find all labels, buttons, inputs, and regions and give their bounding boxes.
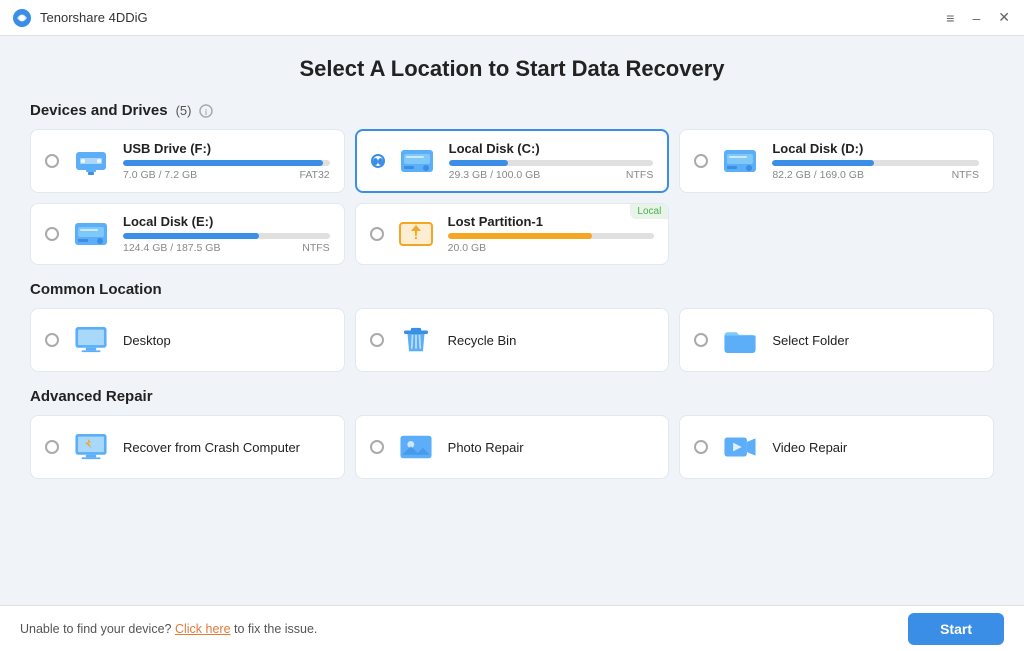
- drive-name-usb-f: USB Drive (F:): [123, 141, 330, 156]
- drive-info-lost-partition: Lost Partition-1 20.0 GB: [448, 214, 655, 254]
- advanced-repair-grid: Recover from Crash Computer Photo Repair: [30, 415, 994, 479]
- disk-d-icon: [718, 143, 762, 179]
- progress-local-d: [772, 160, 979, 166]
- drive-meta-local-c: 29.3 GB / 100.0 GB NTFS: [449, 169, 654, 181]
- local-badge: Local: [630, 204, 668, 219]
- progress-fill-usb-f: [123, 160, 323, 166]
- drive-card-usb-f[interactable]: USB Drive (F:) 7.0 GB / 7.2 GB FAT32: [30, 129, 345, 193]
- progress-fill-local-e: [123, 233, 259, 239]
- drive-info-local-e: Local Disk (E:) 124.4 GB / 187.5 GB NTFS: [123, 214, 330, 254]
- radio-photo[interactable]: [370, 440, 384, 454]
- progress-fill-local-c: [449, 160, 508, 166]
- common-section-title: Common Location: [30, 281, 994, 298]
- radio-local-c[interactable]: [371, 154, 385, 168]
- radio-desktop[interactable]: [45, 333, 59, 347]
- radio-crash[interactable]: [45, 440, 59, 454]
- bottom-text-after: to fix the issue.: [234, 622, 317, 636]
- select-folder-label: Select Folder: [772, 333, 849, 348]
- app-name: Tenorshare 4DDiG: [40, 10, 148, 25]
- location-card-video[interactable]: Video Repair: [679, 415, 994, 479]
- bottom-text: Unable to find your device? Click here t…: [20, 622, 317, 636]
- drive-name-local-c: Local Disk (C:): [449, 141, 654, 156]
- radio-local-d[interactable]: [694, 154, 708, 168]
- drive-card-local-c[interactable]: Local Disk (C:) 29.3 GB / 100.0 GB NTFS: [355, 129, 670, 193]
- radio-usb-f[interactable]: [45, 154, 59, 168]
- title-bar-left: Tenorshare 4DDiG: [12, 8, 148, 28]
- devices-count: (5): [176, 103, 192, 118]
- drive-meta-local-d: 82.2 GB / 169.0 GB NTFS: [772, 169, 979, 181]
- progress-usb-f: [123, 160, 330, 166]
- title-bar-controls: ≡ – ✕: [944, 9, 1012, 26]
- bottom-text-main: Unable to find your device?: [20, 622, 171, 636]
- video-repair-label: Video Repair: [772, 440, 847, 455]
- progress-fill-local-d: [772, 160, 873, 166]
- close-button[interactable]: ✕: [996, 9, 1012, 26]
- drive-meta-lost-partition: 20.0 GB: [448, 242, 655, 254]
- disk-c-icon: [395, 143, 439, 179]
- location-card-crash[interactable]: Recover from Crash Computer: [30, 415, 345, 479]
- radio-select-folder[interactable]: [694, 333, 708, 347]
- title-bar: Tenorshare 4DDiG ≡ – ✕: [0, 0, 1024, 36]
- desktop-label: Desktop: [123, 333, 171, 348]
- location-card-recycle-bin[interactable]: Recycle Bin: [355, 308, 670, 372]
- location-card-desktop[interactable]: Desktop: [30, 308, 345, 372]
- drive-info-local-d: Local Disk (D:) 82.2 GB / 169.0 GB NTFS: [772, 141, 979, 181]
- common-location-grid: Desktop Recycle Bin: [30, 308, 994, 372]
- folder-icon: [718, 321, 762, 359]
- monitor-icon: [69, 321, 113, 359]
- lost-partition-icon: !: [394, 216, 438, 252]
- video-icon: [718, 428, 762, 466]
- drive-card-local-e[interactable]: Local Disk (E:) 124.4 GB / 187.5 GB NTFS: [30, 203, 345, 265]
- radio-recycle-bin[interactable]: [370, 333, 384, 347]
- recycle-bin-label: Recycle Bin: [448, 333, 517, 348]
- crash-label: Recover from Crash Computer: [123, 440, 300, 455]
- progress-lost-partition: [448, 233, 655, 239]
- photo-repair-label: Photo Repair: [448, 440, 524, 455]
- usb-icon: [69, 143, 113, 179]
- devices-grid: USB Drive (F:) 7.0 GB / 7.2 GB FAT32: [30, 129, 994, 265]
- drive-info-usb-f: USB Drive (F:) 7.0 GB / 7.2 GB FAT32: [123, 141, 330, 181]
- crash-icon: [69, 428, 113, 466]
- page-title: Select A Location to Start Data Recovery: [30, 56, 994, 82]
- drive-name-local-d: Local Disk (D:): [772, 141, 979, 156]
- disk-e-icon: [69, 216, 113, 252]
- drive-card-local-d[interactable]: Local Disk (D:) 82.2 GB / 169.0 GB NTFS: [679, 129, 994, 193]
- drive-name-lost-partition: Lost Partition-1: [448, 214, 655, 229]
- drive-meta-local-e: 124.4 GB / 187.5 GB NTFS: [123, 242, 330, 254]
- minimize-button[interactable]: –: [970, 10, 982, 26]
- info-icon: i: [199, 104, 213, 118]
- radio-lost-partition[interactable]: [370, 227, 384, 241]
- svg-text:i: i: [205, 108, 207, 117]
- progress-fill-lost-partition: [448, 233, 593, 239]
- progress-local-e: [123, 233, 330, 239]
- app-logo: [12, 8, 32, 28]
- drive-name-local-e: Local Disk (E:): [123, 214, 330, 229]
- drive-info-local-c: Local Disk (C:) 29.3 GB / 100.0 GB NTFS: [449, 141, 654, 181]
- bottom-bar: Unable to find your device? Click here t…: [0, 605, 1024, 651]
- drive-meta-usb-f: 7.0 GB / 7.2 GB FAT32: [123, 169, 330, 181]
- radio-local-e[interactable]: [45, 227, 59, 241]
- drive-card-lost-partition[interactable]: Local ! Lost Partition-1 20.0 GB: [355, 203, 670, 265]
- trash-icon: [394, 321, 438, 359]
- location-card-select-folder[interactable]: Select Folder: [679, 308, 994, 372]
- photo-icon: [394, 428, 438, 466]
- radio-video[interactable]: [694, 440, 708, 454]
- menu-button[interactable]: ≡: [944, 10, 956, 26]
- devices-section-title: Devices and Drives (5) i: [30, 102, 994, 119]
- location-card-photo[interactable]: Photo Repair: [355, 415, 670, 479]
- start-button[interactable]: Start: [908, 613, 1004, 645]
- main-content: Select A Location to Start Data Recovery…: [0, 36, 1024, 605]
- advanced-section-title: Advanced Repair: [30, 388, 994, 405]
- click-here-link[interactable]: Click here: [175, 622, 231, 636]
- progress-local-c: [449, 160, 654, 166]
